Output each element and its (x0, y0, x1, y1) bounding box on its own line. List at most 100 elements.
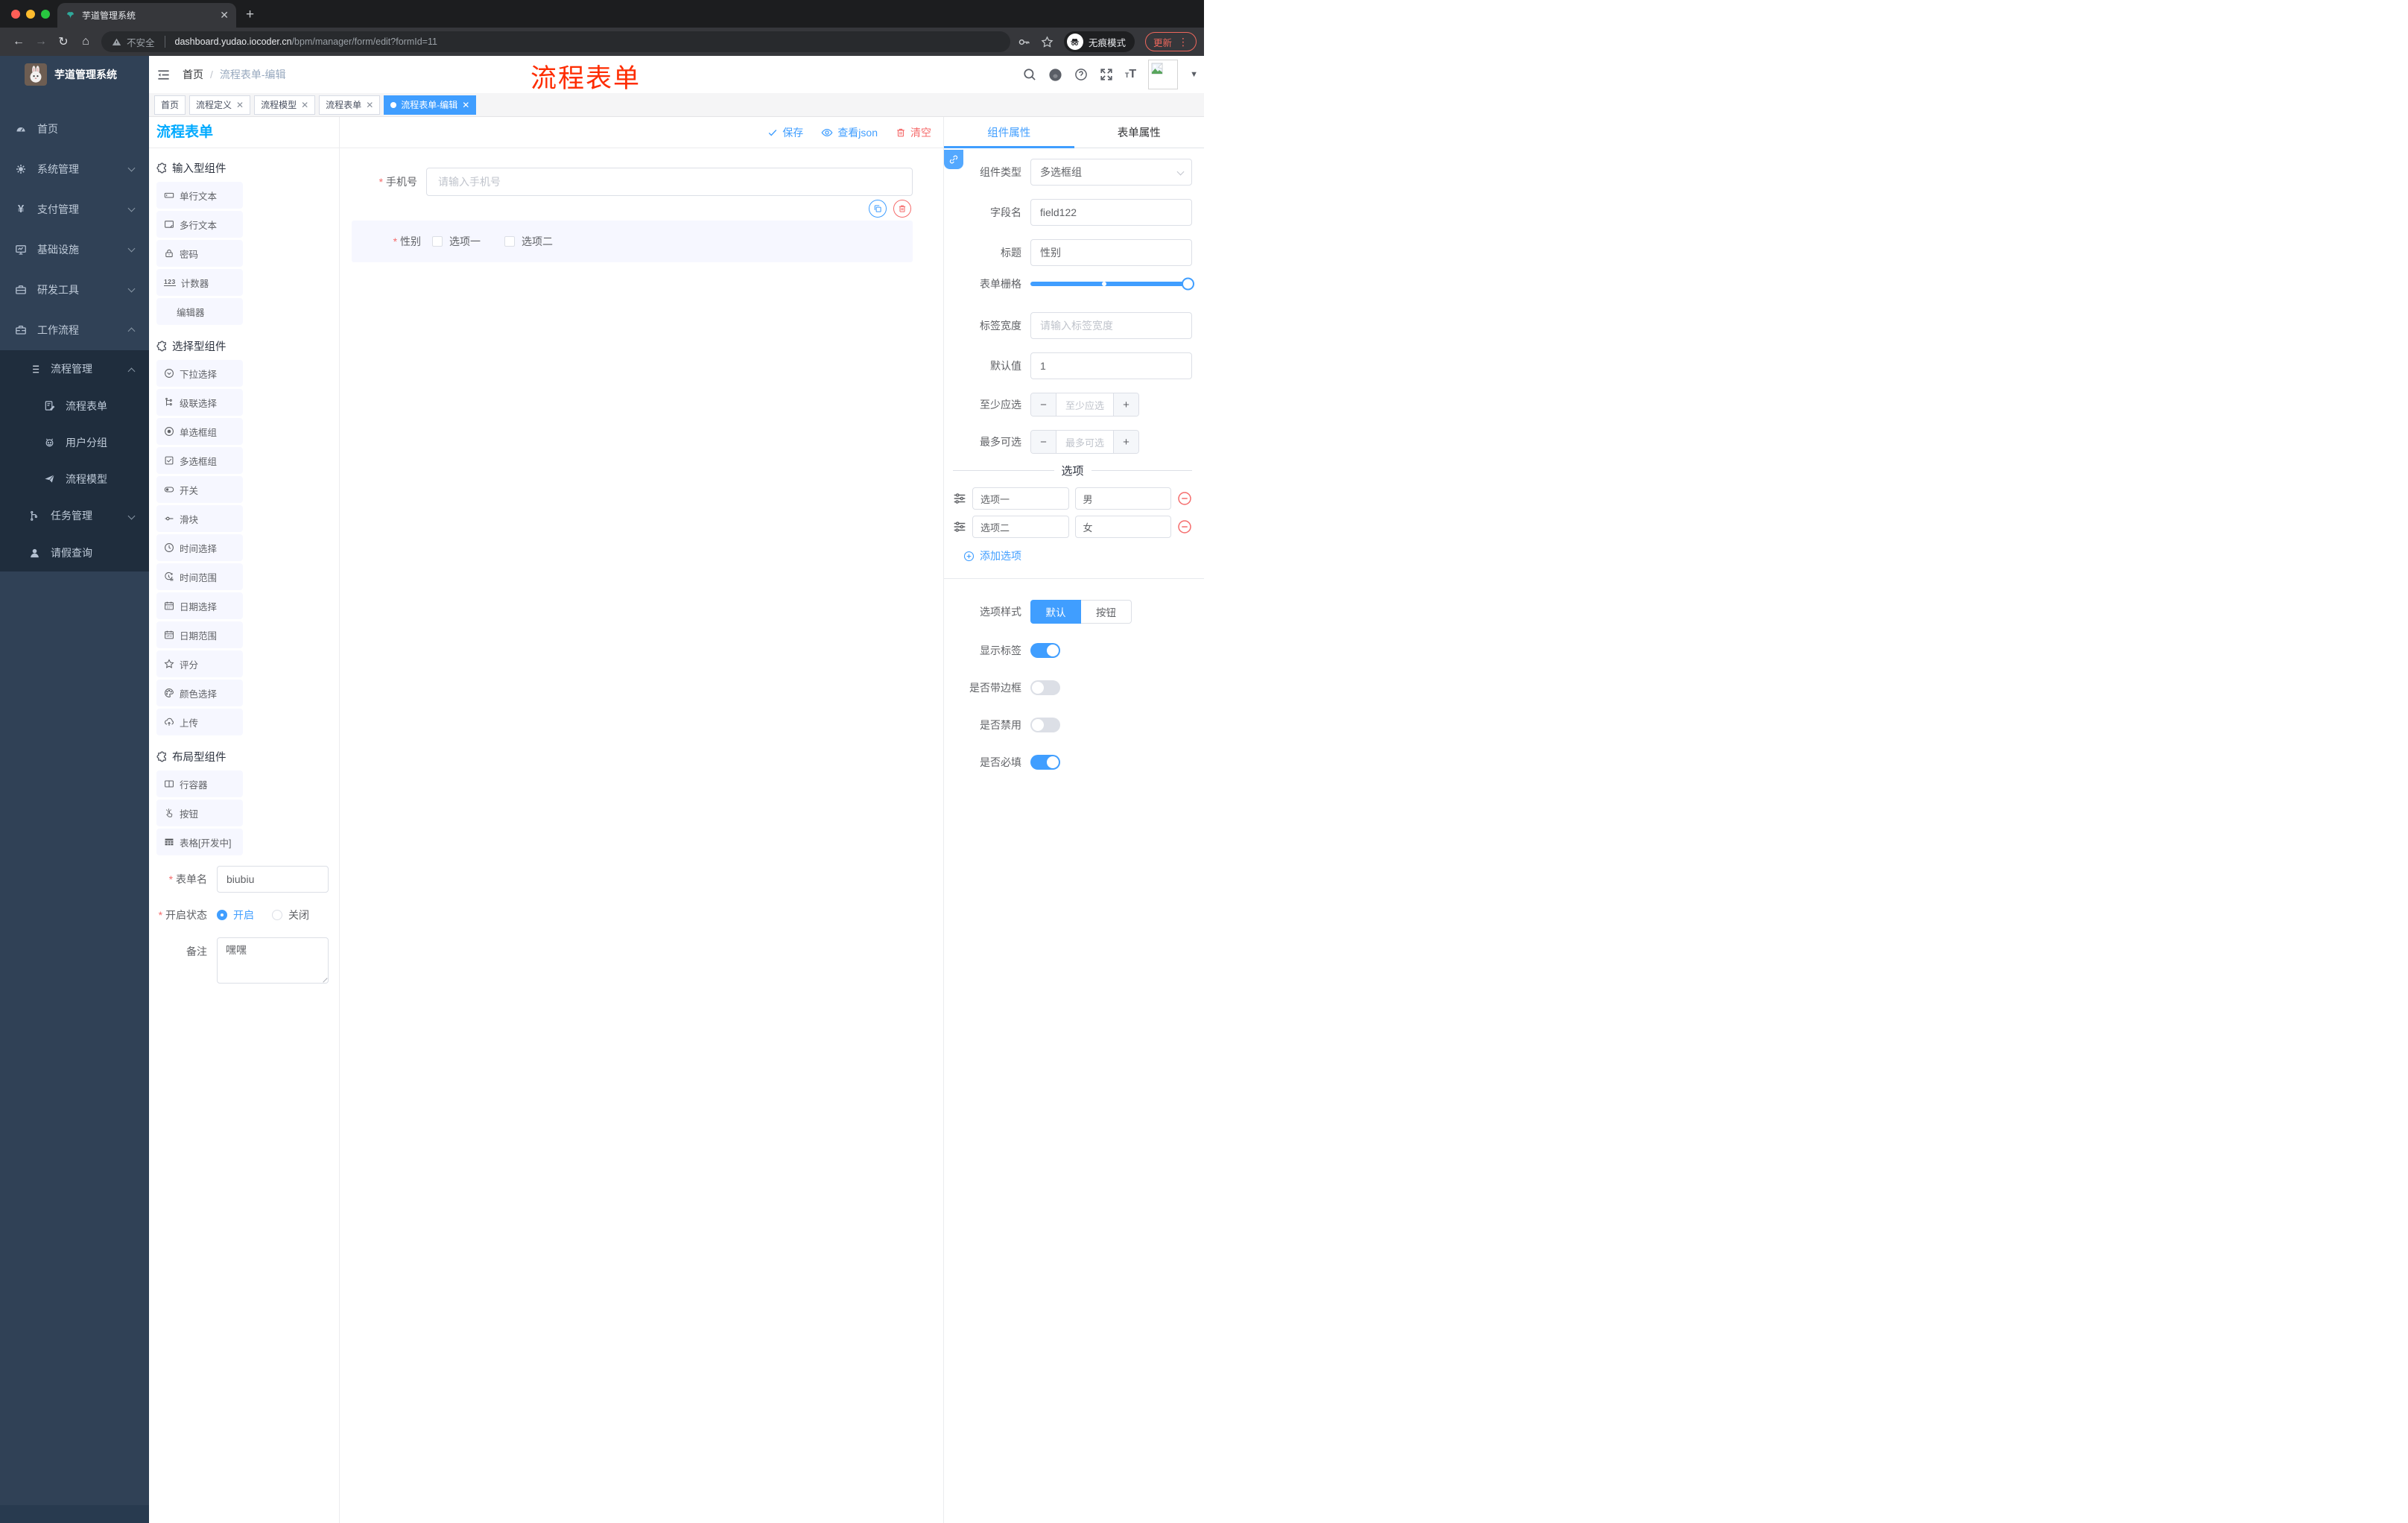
clear-button[interactable]: 清空 (896, 125, 931, 140)
min-select-value[interactable]: 至少应选 (1056, 393, 1113, 416)
avatar[interactable] (1148, 60, 1179, 89)
component-cascade-select[interactable]: 级联选择 (156, 389, 243, 416)
github-icon[interactable] (1048, 68, 1062, 82)
back-icon[interactable]: ← (7, 35, 30, 48)
sidebar-item-process-management[interactable]: 流程管理 (0, 350, 149, 387)
sidebar-item-devtools[interactable]: 研发工具 (0, 270, 149, 310)
component-date-range[interactable]: 日期范围 (156, 621, 243, 648)
checkbox-icon[interactable] (432, 236, 443, 247)
tag-process-model[interactable]: 流程模型 ✕ (254, 95, 316, 115)
help-icon[interactable] (1074, 68, 1088, 81)
required-switch-on[interactable] (1030, 755, 1060, 770)
sidebar-item-leave-query[interactable]: 请假查询 (0, 534, 149, 571)
border-switch-off[interactable] (1030, 680, 1060, 695)
tab-component-props[interactable]: 组件属性 (944, 117, 1074, 148)
update-chip[interactable]: 更新 ⋮ (1144, 32, 1197, 51)
address-bar[interactable]: 不安全 dashboard.yudao.iocoder.cn/bpm/manag… (101, 31, 1010, 52)
remove-option-button[interactable] (1177, 519, 1192, 534)
field-gender-selected[interactable]: * 性别 选项一 选项二 (352, 200, 913, 262)
window-zoom-button[interactable] (41, 10, 50, 19)
duplicate-component-button[interactable] (869, 200, 887, 218)
component-counter[interactable]: 123 计数器 (156, 269, 243, 296)
increase-button[interactable]: + (1113, 431, 1138, 453)
tab-close-icon[interactable]: ✕ (220, 9, 229, 22)
form-name-input[interactable] (217, 866, 329, 893)
status-radio-off[interactable]: 关闭 (272, 908, 309, 922)
bookmark-star-icon[interactable] (1041, 35, 1054, 48)
show-label-switch-on[interactable] (1030, 643, 1060, 658)
slider-handle[interactable] (1182, 277, 1194, 291)
component-single-line-text[interactable]: 单行文本 (156, 182, 243, 209)
disabled-switch-off[interactable] (1030, 718, 1060, 732)
option-value-input[interactable] (1074, 516, 1171, 538)
field-phone[interactable]: * 手机号 (352, 168, 913, 196)
tag-home[interactable]: 首页 (154, 95, 186, 115)
link-tag-button[interactable] (944, 150, 963, 169)
component-password[interactable]: 密码 (156, 240, 243, 267)
remove-option-button[interactable] (1177, 491, 1192, 506)
close-icon[interactable]: ✕ (462, 100, 469, 110)
form-remark-textarea[interactable]: 嘿嘿 (217, 937, 329, 984)
component-row-container[interactable]: 行容器 (156, 770, 243, 797)
component-editor[interactable]: 编辑器 (156, 298, 243, 325)
fullscreen-icon[interactable] (1100, 68, 1113, 81)
component-time-range[interactable]: 时间范围 (156, 563, 243, 590)
drag-handle-icon[interactable] (953, 520, 966, 533)
hamburger-icon[interactable] (156, 68, 171, 82)
reload-icon[interactable]: ↻ (52, 34, 75, 49)
password-key-icon[interactable] (1018, 36, 1030, 48)
checkbox-icon[interactable] (504, 236, 515, 247)
sidebar-item-user-group[interactable]: 用户分组 (0, 424, 149, 460)
phone-input[interactable] (426, 168, 913, 196)
drag-handle-icon[interactable] (953, 492, 966, 505)
component-multi-line-text[interactable]: 多行文本 (156, 211, 243, 238)
close-icon[interactable]: ✕ (366, 100, 373, 110)
sidebar-logo-row[interactable]: 芋道管理系统 (0, 56, 149, 93)
component-checkbox-group[interactable]: 多选框组 (156, 447, 243, 474)
component-button[interactable]: 按钮 (156, 800, 243, 826)
sidebar-item-process-model[interactable]: 流程模型 (0, 460, 149, 497)
style-button-button[interactable]: 按钮 (1081, 600, 1132, 624)
style-default-button[interactable]: 默认 (1030, 600, 1081, 624)
tab-form-props[interactable]: 表单属性 (1074, 117, 1205, 148)
window-minimize-button[interactable] (26, 10, 35, 19)
option-label-input[interactable] (972, 487, 1069, 510)
browser-menu-icon[interactable]: ⋮ (1178, 36, 1188, 48)
view-json-button[interactable]: 查看json (821, 125, 878, 140)
title-input[interactable] (1030, 239, 1192, 266)
decrease-button[interactable]: − (1031, 431, 1056, 453)
sidebar-item-workflow[interactable]: 工作流程 (0, 310, 149, 350)
save-button[interactable]: 保存 (767, 125, 803, 140)
sidebar-item-home[interactable]: 首页 (0, 109, 149, 149)
tag-process-definition[interactable]: 流程定义 ✕ (189, 95, 251, 115)
close-icon[interactable]: ✕ (301, 100, 308, 110)
window-controls[interactable] (11, 10, 50, 19)
home-icon[interactable]: ⌂ (75, 35, 97, 48)
new-tab-button[interactable]: + (246, 6, 254, 24)
label-width-input[interactable] (1030, 312, 1192, 339)
search-icon[interactable] (1023, 68, 1036, 81)
form-grid-slider[interactable] (1030, 277, 1194, 291)
component-dropdown-select[interactable]: 下拉选择 (156, 360, 243, 387)
caret-down-icon[interactable]: ▼ (1190, 70, 1198, 79)
url-text[interactable]: dashboard.yudao.iocoder.cn/bpm/manager/f… (175, 37, 437, 47)
sidebar-item-process-form[interactable]: 流程表单 (0, 387, 149, 424)
component-time-picker[interactable]: 时间选择 (156, 534, 243, 561)
sidebar-item-system[interactable]: 系统管理 (0, 149, 149, 189)
sidebar-item-payment[interactable]: ¥ 支付管理 (0, 189, 149, 229)
close-icon[interactable]: ✕ (236, 100, 244, 110)
component-slider[interactable]: 滑块 (156, 505, 243, 532)
component-upload[interactable]: 上传 (156, 709, 243, 735)
breadcrumb-home[interactable]: 首页 (183, 67, 203, 82)
browser-tab[interactable]: 芋道管理系统 ✕ (57, 3, 236, 28)
gender-option-1[interactable]: 选项一 (432, 234, 481, 249)
component-table[interactable]: 表格[开发中] (156, 829, 243, 855)
component-color-picker[interactable]: 颜色选择 (156, 680, 243, 706)
sidebar-item-task-management[interactable]: 任务管理 (0, 497, 149, 534)
component-switch[interactable]: 开关 (156, 476, 243, 503)
sidebar-item-infrastructure[interactable]: 基础设施 (0, 229, 149, 270)
option-label-input[interactable] (972, 516, 1069, 538)
component-rate[interactable]: 评分 (156, 650, 243, 677)
component-type-select[interactable]: 多选框组 (1030, 159, 1192, 186)
gender-option-2[interactable]: 选项二 (504, 234, 553, 249)
